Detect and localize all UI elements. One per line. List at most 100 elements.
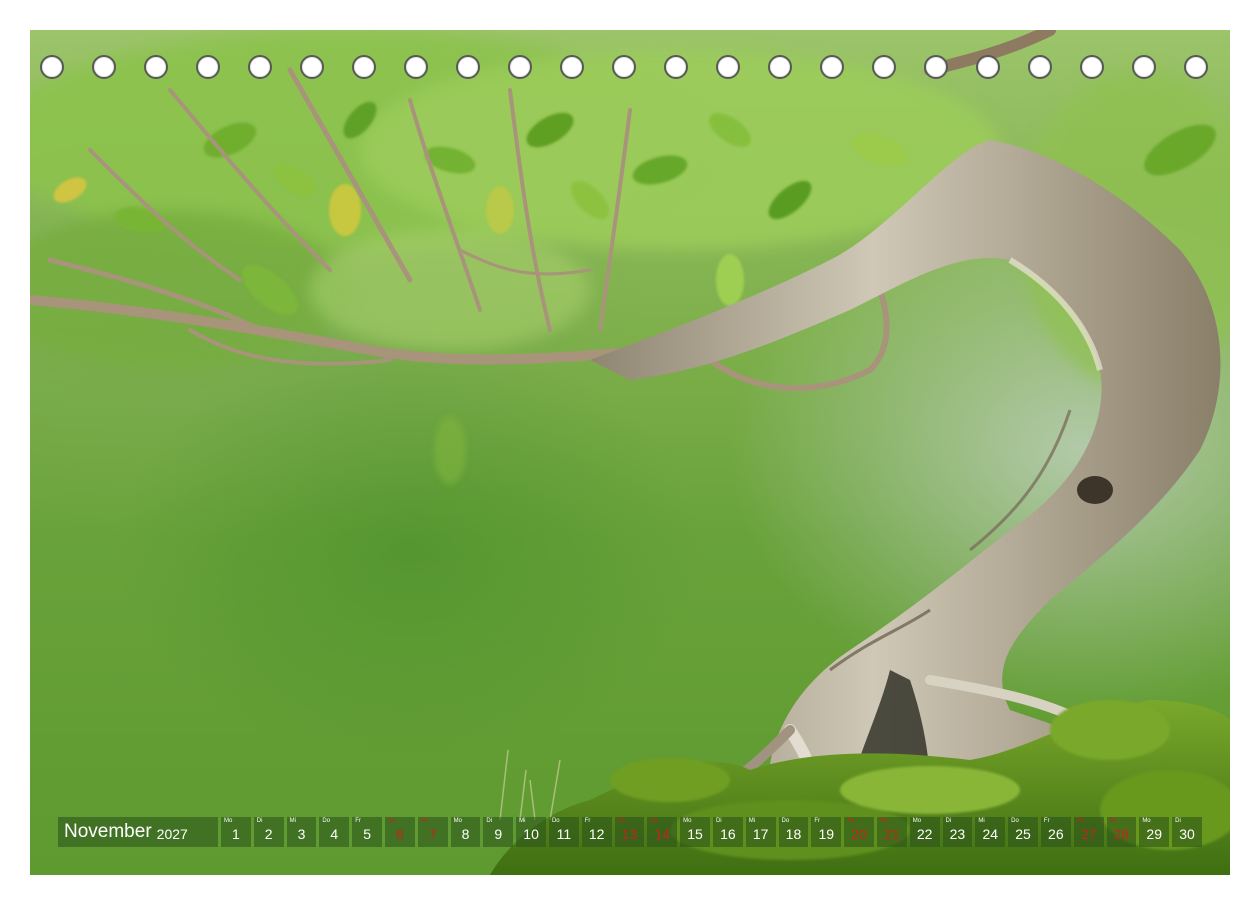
day-number: 22: [916, 826, 933, 842]
ring-hole: [560, 55, 584, 79]
day-number: 5: [363, 826, 371, 842]
ring-hole: [40, 55, 64, 79]
day-cell: Mi 24: [975, 817, 1006, 847]
day-abbr: Di: [256, 818, 263, 824]
day-number: 9: [494, 826, 503, 842]
day-number: 1: [232, 826, 240, 842]
day-abbr: Di: [945, 818, 952, 824]
month-name: November: [64, 821, 152, 842]
day-cell: Do 18: [778, 817, 809, 847]
day-cell: Mo 15: [680, 817, 710, 847]
day-cell: Mi 17: [745, 817, 776, 847]
month-label: November 2027: [58, 817, 218, 847]
day-abbr: Fr: [355, 818, 361, 824]
day-abbr: Sa: [1076, 818, 1085, 824]
ring-hole: [664, 55, 688, 79]
day-number: 14: [654, 826, 671, 842]
day-number: 8: [461, 826, 470, 842]
day-cell: Sa 13: [614, 817, 645, 847]
ring-hole: [196, 55, 220, 79]
ring-hole: [768, 55, 792, 79]
day-number: 11: [556, 826, 572, 842]
ring-hole: [92, 55, 116, 79]
ring-hole: [872, 55, 896, 79]
day-number: 12: [588, 826, 605, 842]
ring-hole: [144, 55, 168, 79]
day-abbr: Do: [551, 818, 560, 824]
ring-hole: [456, 55, 480, 79]
month-year: 2027: [156, 825, 188, 842]
day-abbr: Mo: [1142, 818, 1151, 824]
ring-hole: [300, 55, 324, 79]
day-abbr: Mi: [289, 818, 296, 824]
day-number: 25: [1015, 826, 1031, 842]
day-abbr: Di: [486, 818, 493, 824]
day-cell: Do 4: [319, 817, 350, 847]
day-abbr: Fr: [584, 818, 591, 824]
day-number: 10: [523, 826, 539, 842]
day-abbr: So: [1109, 818, 1117, 824]
ring-hole: [612, 55, 636, 79]
day-number: 7: [428, 826, 437, 842]
day-abbr: Mo: [912, 818, 922, 824]
day-cell: Sa 27: [1073, 817, 1104, 847]
day-abbr: Mi: [748, 818, 756, 824]
day-cell: Mi 3: [286, 817, 317, 847]
day-cells: Mo 1 Di 2 Mi 3 Do 4 Fr 5 Sa 6 So 7 Mo 8 Di 9 Mi 10 Do 11 Fr 12 S…: [221, 817, 1202, 847]
day-abbr: Di: [1175, 818, 1181, 824]
day-abbr: Fr: [1043, 818, 1050, 824]
ring-hole: [1028, 55, 1052, 79]
ring-hole: [924, 55, 948, 79]
day-number: 29: [1146, 826, 1162, 842]
day-cell: So 21: [876, 817, 907, 847]
ring-hole: [976, 55, 1000, 79]
day-number: 2: [264, 826, 273, 842]
day-abbr: Fr: [814, 818, 821, 824]
ring-hole: [1080, 55, 1104, 79]
day-cell: Fr 5: [352, 817, 382, 847]
ring-hole: [508, 55, 532, 79]
day-abbr: Mi: [519, 818, 526, 824]
day-number: 21: [884, 826, 900, 842]
ring-hole: [1132, 55, 1156, 79]
day-cell: Sa 20: [844, 817, 874, 847]
day-cell: So 7: [417, 817, 448, 847]
day-abbr: Do: [322, 818, 331, 824]
day-cell: So 28: [1106, 817, 1137, 847]
day-cell: Fr 12: [581, 817, 612, 847]
bonsai-photo: [30, 30, 1230, 875]
day-number: 15: [687, 826, 703, 842]
day-cell: Mo 29: [1139, 817, 1170, 847]
day-number: 28: [1113, 826, 1130, 842]
day-cell: Di 16: [712, 817, 743, 847]
day-number: 24: [982, 826, 999, 842]
day-cell: Do 11: [548, 817, 579, 847]
day-abbr: Sa: [387, 818, 396, 824]
ring-hole: [404, 55, 428, 79]
day-cell: Mi 10: [516, 817, 546, 847]
calendar-page: November 2027 Mo 1 Di 2 Mi 3 Do 4 Fr 5 Sa 6 So 7 Mo 8 Di…: [30, 30, 1230, 875]
day-cell: Do 25: [1008, 817, 1038, 847]
day-number: 20: [851, 826, 867, 842]
day-cell: Fr 26: [1040, 817, 1071, 847]
day-abbr: Do: [781, 818, 790, 824]
day-number: 13: [621, 826, 638, 842]
day-number: 3: [297, 826, 306, 842]
day-cell: Di 30: [1172, 817, 1202, 847]
day-cell: Di 23: [942, 817, 973, 847]
day-number: 23: [949, 826, 966, 842]
ring-hole: [248, 55, 272, 79]
ring-hole: [716, 55, 740, 79]
day-abbr: Mo: [683, 818, 692, 824]
day-abbr: So: [650, 818, 658, 824]
day-cell: Sa 6: [384, 817, 415, 847]
ring-hole: [820, 55, 844, 79]
ring-hole: [1184, 55, 1208, 79]
day-abbr: Mo: [224, 818, 233, 824]
month-strip: November 2027 Mo 1 Di 2 Mi 3 Do 4 Fr 5 Sa 6 So 7 Mo 8 Di…: [58, 817, 1208, 847]
day-cell: So 14: [647, 817, 678, 847]
day-cell: Mo 1: [221, 817, 251, 847]
day-number: 6: [395, 826, 404, 842]
day-abbr: So: [879, 818, 888, 824]
day-abbr: Mo: [453, 818, 462, 824]
